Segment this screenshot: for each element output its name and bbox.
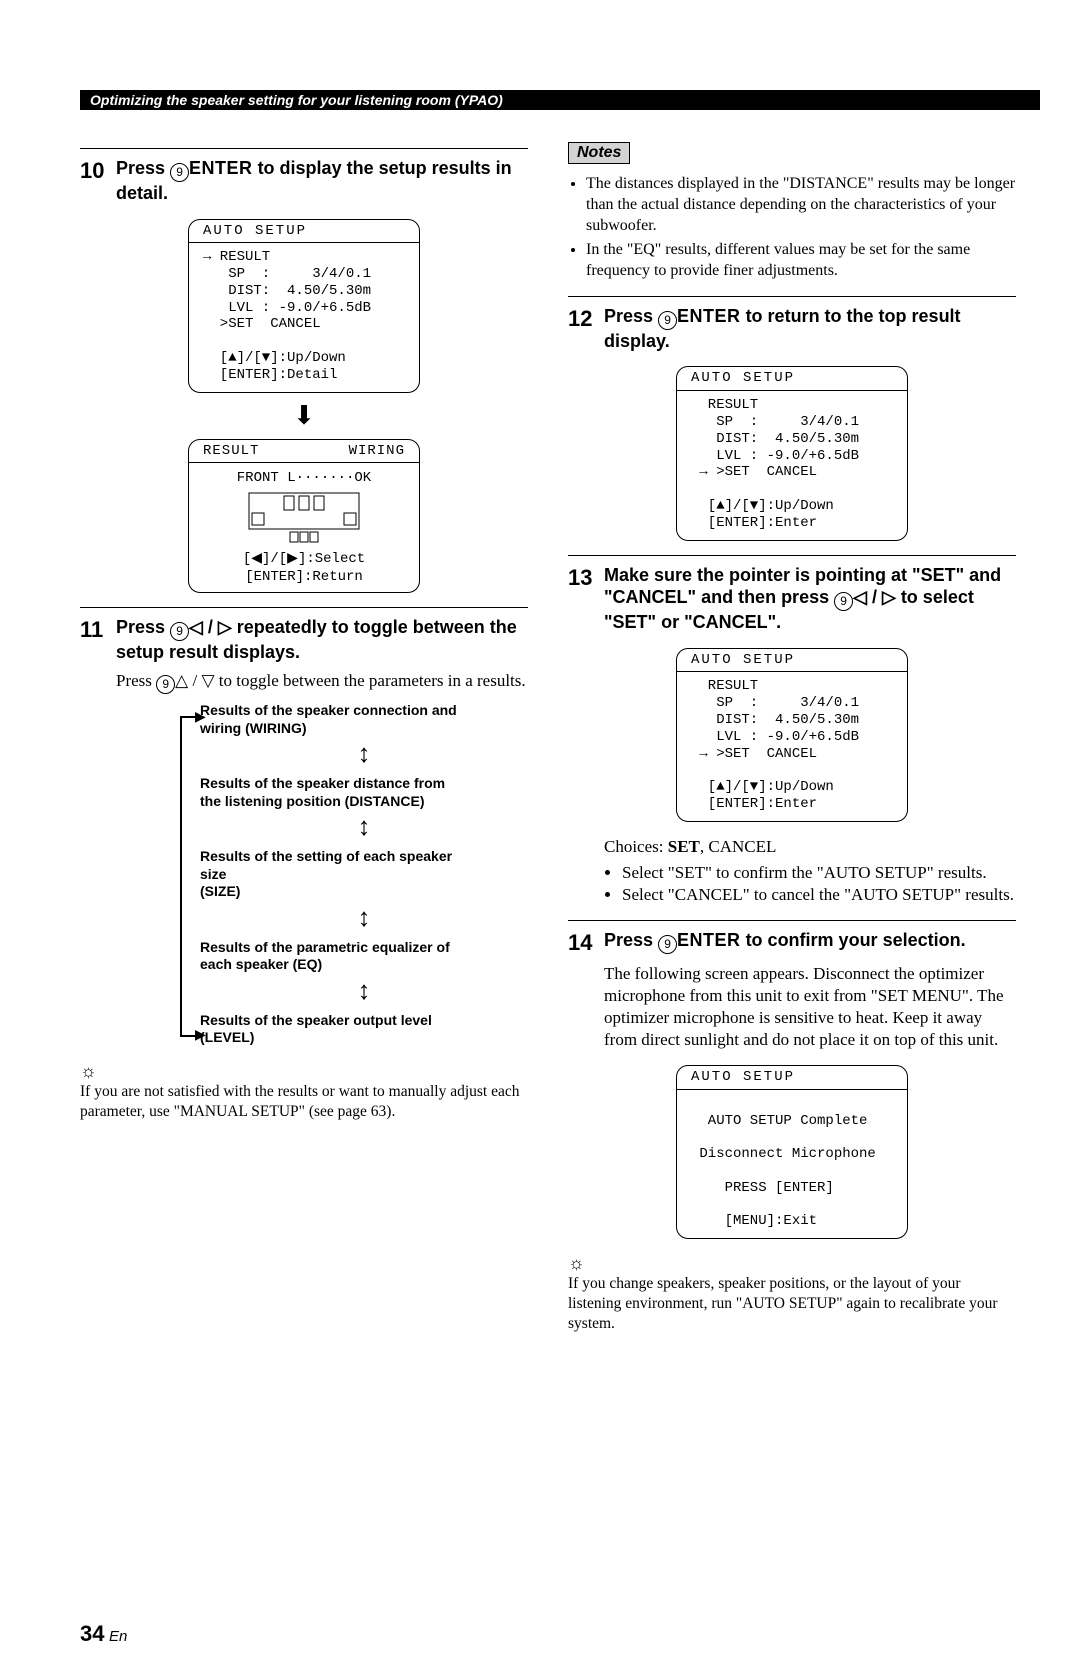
right-key-icon: ▷ bbox=[882, 587, 896, 607]
step-title: Press 9◁ / ▷ repeatedly to toggle betwee… bbox=[116, 616, 528, 664]
lcd-complete: AUTO SETUP AUTO SETUP Complete Disconnec… bbox=[676, 1065, 908, 1239]
button-ref-9: 9 bbox=[658, 311, 677, 330]
note-item: The distances displayed in the "DISTANCE… bbox=[586, 174, 1016, 236]
step-title: Make sure the pointer is pointing at "SE… bbox=[604, 564, 1016, 634]
notes-list: The distances displayed in the "DISTANCE… bbox=[568, 174, 1016, 282]
arrow-updown-icon: ↕ bbox=[200, 978, 528, 1004]
lcd-wiring: RESULT WIRING FRONT L·······OK bbox=[188, 439, 420, 594]
choices-list: Select "SET" to confirm the "AUTO SETUP"… bbox=[604, 862, 1016, 906]
tip-text: If you change speakers, speaker position… bbox=[568, 1274, 1016, 1334]
step-number: 10 bbox=[80, 157, 116, 185]
section-header: Optimizing the speaker setting for your … bbox=[80, 90, 1040, 110]
arrow-updown-icon: ↕ bbox=[200, 905, 528, 931]
lcd-title: AUTO SETUP bbox=[677, 649, 907, 673]
lcd-body: RESULT SP : 3/4/0.1 DIST: 4.50/5.30m LVL… bbox=[677, 672, 907, 820]
arrow-down-icon: ⬇ bbox=[80, 403, 528, 429]
lcd-tab-wiring: WIRING bbox=[349, 443, 405, 460]
step-body: The following screen appears. Disconnect… bbox=[568, 963, 1016, 1051]
button-ref-9: 9 bbox=[156, 675, 175, 694]
lcd-body: → RESULT SP : 3/4/0.1 DIST: 4.50/5.30m L… bbox=[189, 243, 419, 391]
button-ref-9: 9 bbox=[170, 163, 189, 182]
step-11: 11 Press 9◁ / ▷ repeatedly to toggle bet… bbox=[80, 607, 528, 1122]
note-item: In the "EQ" results, different values ma… bbox=[586, 240, 1016, 282]
enter-key-label: ENTER bbox=[677, 306, 741, 326]
left-key-icon: ◁ bbox=[853, 587, 867, 607]
up-key-icon: △ bbox=[175, 671, 188, 690]
choice-set-bold: SET bbox=[668, 837, 700, 856]
step-body: Press 9△ / ▽ to toggle between the param… bbox=[80, 670, 528, 694]
left-key-icon: ◁ bbox=[189, 617, 203, 637]
lcd-wiring-body: FRONT L·······OK [◀]/[▶]:Se bbox=[189, 463, 419, 592]
lcd-title: AUTO SETUP bbox=[677, 367, 907, 391]
step-13: 13 Make sure the pointer is pointing at … bbox=[568, 555, 1016, 906]
tip-icon: ☼ bbox=[568, 1253, 585, 1273]
lcd-set-cancel: AUTO SETUP RESULT SP : 3/4/0.1 DIST: 4.5… bbox=[676, 648, 908, 822]
flow-size-label: Results of the setting of each speaker s… bbox=[200, 848, 460, 901]
right-key-icon: ▷ bbox=[218, 617, 232, 637]
lcd-body: RESULT SP : 3/4/0.1 DIST: 4.50/5.30m LVL… bbox=[677, 391, 907, 539]
step-10: 10 Press 9ENTER to display the setup res… bbox=[80, 148, 528, 593]
tip-icon: ☼ bbox=[80, 1061, 97, 1081]
flow-wiring-label: Results of the speaker connection and wi… bbox=[200, 702, 460, 737]
choice-item: Select "SET" to confirm the "AUTO SETUP"… bbox=[622, 862, 1016, 884]
left-column: 10 Press 9ENTER to display the setup res… bbox=[80, 134, 528, 1335]
button-ref-9: 9 bbox=[170, 622, 189, 641]
step-title: Press 9ENTER to confirm your selection. bbox=[604, 929, 966, 954]
flow-level-label: Results of the speaker output level (LEV… bbox=[200, 1012, 460, 1047]
choice-item: Select "CANCEL" to cancel the "AUTO SETU… bbox=[622, 884, 1016, 906]
step-12: 12 Press 9ENTER to return to the top res… bbox=[568, 296, 1016, 541]
down-key-icon: ▽ bbox=[201, 671, 214, 690]
step-title: Press 9ENTER to display the setup result… bbox=[116, 157, 528, 205]
results-flow: ▶ ▶ Results of the speaker connection an… bbox=[140, 702, 528, 1047]
enter-key-label: ENTER bbox=[677, 930, 741, 950]
lcd-body: AUTO SETUP Complete Disconnect Microphon… bbox=[677, 1090, 907, 1238]
notes-heading: Notes bbox=[568, 142, 630, 164]
tip-text: If you are not satisfied with the result… bbox=[80, 1082, 528, 1122]
lcd-result-top: AUTO SETUP RESULT SP : 3/4/0.1 DIST: 4.5… bbox=[676, 366, 908, 540]
flow-distance-label: Results of the speaker distance from the… bbox=[200, 775, 460, 810]
step-14: 14 Press 9ENTER to confirm your selectio… bbox=[568, 920, 1016, 1334]
speaker-layout-icon bbox=[234, 488, 374, 544]
flow-eq-label: Results of the parametric equalizer of e… bbox=[200, 939, 460, 974]
button-ref-9: 9 bbox=[658, 935, 677, 954]
lcd-result-detail: AUTO SETUP → RESULT SP : 3/4/0.1 DIST: 4… bbox=[188, 219, 420, 393]
button-ref-9: 9 bbox=[834, 592, 853, 611]
arrow-updown-icon: ↕ bbox=[200, 741, 528, 767]
lcd-title: AUTO SETUP bbox=[189, 220, 419, 244]
arrow-updown-icon: ↕ bbox=[200, 814, 528, 840]
choice-rest: , CANCEL bbox=[700, 837, 777, 856]
page-number: 34 En bbox=[80, 1621, 127, 1647]
lcd-tab-result: RESULT bbox=[203, 443, 259, 460]
step-number: 14 bbox=[568, 929, 604, 957]
step-number: 12 bbox=[568, 305, 604, 333]
step-number: 13 bbox=[568, 564, 604, 592]
step-title: Press 9ENTER to return to the top result… bbox=[604, 305, 1016, 353]
lcd-title: AUTO SETUP bbox=[677, 1066, 907, 1090]
enter-key-label: ENTER bbox=[189, 158, 253, 178]
choices-label: Choices: bbox=[604, 837, 668, 856]
right-column: Notes The distances displayed in the "DI… bbox=[568, 134, 1016, 1335]
step-number: 11 bbox=[80, 616, 116, 644]
